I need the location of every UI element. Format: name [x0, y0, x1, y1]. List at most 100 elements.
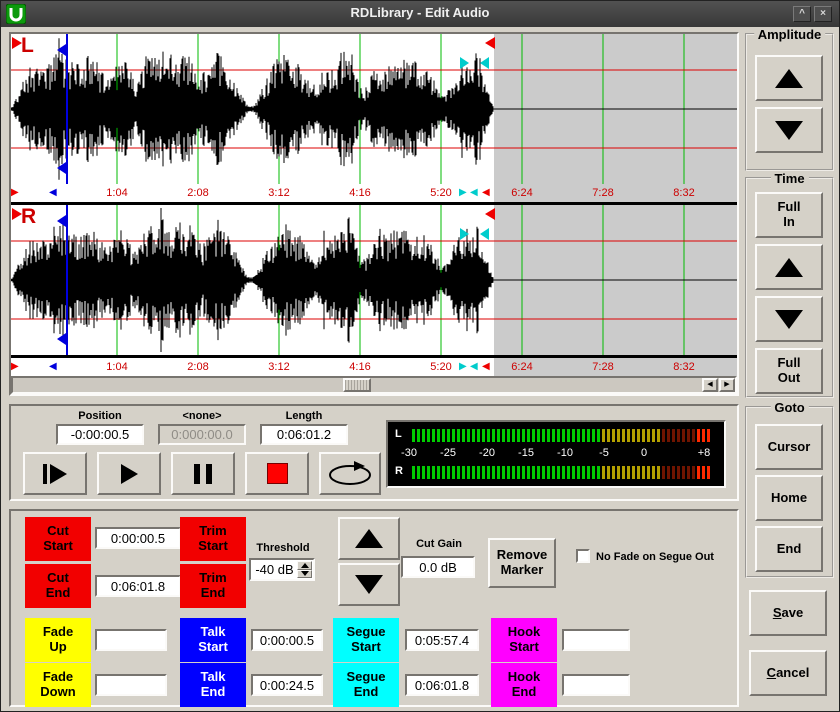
time-zoom-in-button[interactable]	[755, 244, 823, 290]
meter-segment	[442, 429, 445, 442]
segue-start-field: 0:05:57.4	[405, 629, 479, 651]
meter-segment	[522, 429, 525, 442]
segue-start-button[interactable]: Segue Start	[333, 618, 399, 662]
ruler-line	[11, 355, 737, 358]
meter-segment	[582, 466, 585, 479]
segue-end-marker-icon[interactable]	[480, 228, 489, 240]
cut-start-marker-icon[interactable]: ▶	[11, 188, 19, 198]
waveform-right-plot[interactable]: R	[11, 205, 737, 355]
segue-end-marker-icon[interactable]: ◀	[470, 362, 478, 372]
play-button[interactable]	[97, 452, 161, 495]
cut-start-marker-icon[interactable]: ▶	[11, 362, 19, 372]
cut-end-marker-icon[interactable]	[485, 37, 495, 49]
amplitude-down-button[interactable]	[755, 107, 823, 153]
segue-end-marker-icon[interactable]	[480, 57, 489, 69]
trim-end-button[interactable]: Trim End	[180, 564, 246, 608]
cancel-button[interactable]: Cancel	[749, 650, 827, 696]
meter-segment	[467, 429, 470, 442]
time-tick-label: 7:28	[579, 187, 627, 199]
titlebar[interactable]: RDLibrary - Edit Audio ^ ×	[1, 1, 839, 27]
time-tick-label: 8:32	[660, 361, 708, 373]
scrollbar-thumb[interactable]	[343, 378, 371, 392]
time-ruler-middle: 1:042:083:124:165:206:247:288:32▶◀▶◀◀	[11, 184, 737, 205]
goto-group-title: Goto	[770, 400, 808, 415]
up-arrow-icon	[355, 529, 383, 548]
goto-cursor-button[interactable]: Cursor	[755, 424, 823, 470]
meter-segment	[462, 429, 465, 442]
meter-segment	[517, 429, 520, 442]
meter-segment	[687, 429, 690, 442]
segue-start-marker-icon[interactable]: ▶	[459, 188, 467, 198]
close-icon[interactable]: ×	[814, 6, 832, 22]
hook-start-field	[562, 629, 630, 651]
time-full-out-button[interactable]: Full Out	[755, 348, 823, 394]
time-tick-label: 3:12	[255, 361, 303, 373]
meter-segment	[497, 429, 500, 442]
loop-button[interactable]	[319, 452, 381, 495]
cut-start-button[interactable]: Cut Start	[25, 517, 91, 561]
gain-up-button[interactable]	[338, 517, 400, 560]
meter-segment	[617, 429, 620, 442]
cut-end-marker-icon[interactable]: ◀	[482, 362, 490, 372]
cut-gain-label: Cut Gain	[401, 538, 477, 550]
save-button[interactable]: Save	[749, 590, 827, 636]
meter-segment	[517, 466, 520, 479]
amplitude-up-button[interactable]	[755, 55, 823, 101]
waveform-scrollbar[interactable]: ◀ ▶	[11, 376, 737, 394]
talk-end-button[interactable]: Talk End	[180, 663, 246, 707]
down-arrow-icon	[775, 121, 803, 140]
down-arrow-icon	[775, 310, 803, 329]
segue-start-marker-icon[interactable]	[460, 57, 469, 69]
gain-down-button[interactable]	[338, 563, 400, 606]
goto-end-button[interactable]: End	[755, 526, 823, 572]
waveform-left-plot[interactable]: L	[11, 34, 737, 184]
scroll-right-icon[interactable]: ▶	[719, 378, 735, 392]
meter-segment	[567, 429, 570, 442]
fade-up-button[interactable]: Fade Up	[25, 618, 91, 662]
shade-icon[interactable]: ^	[793, 6, 811, 22]
meter-segment	[672, 429, 675, 442]
threshold-spin-up-icon[interactable]	[297, 561, 312, 570]
meter-segment	[422, 429, 425, 442]
meter-segment	[572, 466, 575, 479]
no-fade-checkbox[interactable]	[576, 549, 590, 563]
cut-end-marker-icon[interactable]: ◀	[482, 188, 490, 198]
time-zoom-out-button[interactable]	[755, 296, 823, 342]
hook-start-button[interactable]: Hook Start	[491, 618, 557, 662]
meter-segment	[432, 466, 435, 479]
goto-home-button[interactable]: Home	[755, 475, 823, 521]
scroll-left-icon[interactable]: ◀	[702, 378, 718, 392]
cut-end-marker-icon[interactable]	[485, 208, 495, 220]
segue-start-marker-icon[interactable]: ▶	[459, 362, 467, 372]
talk-marker-icon[interactable]	[57, 215, 66, 227]
cut-end-button[interactable]: Cut End	[25, 564, 91, 608]
up-arrow-icon	[775, 258, 803, 277]
talk-marker-icon[interactable]: ◀	[49, 188, 57, 198]
talk-marker-icon[interactable]: ◀	[49, 362, 57, 372]
length-field: 0:06:01.2	[260, 424, 348, 445]
edit-markers-panel: Cut Start 0:00:00.5 Trim Start Cut End 0…	[9, 509, 739, 707]
meter-segment	[692, 466, 695, 479]
stop-button[interactable]	[245, 452, 309, 495]
hook-end-button[interactable]: Hook End	[491, 663, 557, 707]
meter-segment	[707, 429, 710, 442]
meter-segment	[527, 466, 530, 479]
remove-marker-button[interactable]: Remove Marker	[488, 538, 556, 588]
loop-icon	[324, 459, 376, 489]
time-full-in-button[interactable]: Full In	[755, 192, 823, 238]
segue-start-marker-icon[interactable]	[460, 228, 469, 240]
talk-marker-icon[interactable]	[57, 333, 66, 345]
talk-start-button[interactable]: Talk Start	[180, 618, 246, 662]
pause-button[interactable]	[171, 452, 235, 495]
meter-segment	[507, 429, 510, 442]
meter-segment	[682, 429, 685, 442]
trim-start-button[interactable]: Trim Start	[180, 517, 246, 561]
time-tick-label: 4:16	[336, 187, 384, 199]
threshold-spin-down-icon[interactable]	[297, 570, 312, 579]
segue-end-marker-icon[interactable]: ◀	[470, 188, 478, 198]
play-icon	[121, 464, 138, 484]
threshold-spinbox[interactable]: -40 dB	[249, 558, 315, 581]
play-from-start-button[interactable]	[23, 452, 87, 495]
fade-down-button[interactable]: Fade Down	[25, 663, 91, 707]
segue-end-button[interactable]: Segue End	[333, 663, 399, 707]
